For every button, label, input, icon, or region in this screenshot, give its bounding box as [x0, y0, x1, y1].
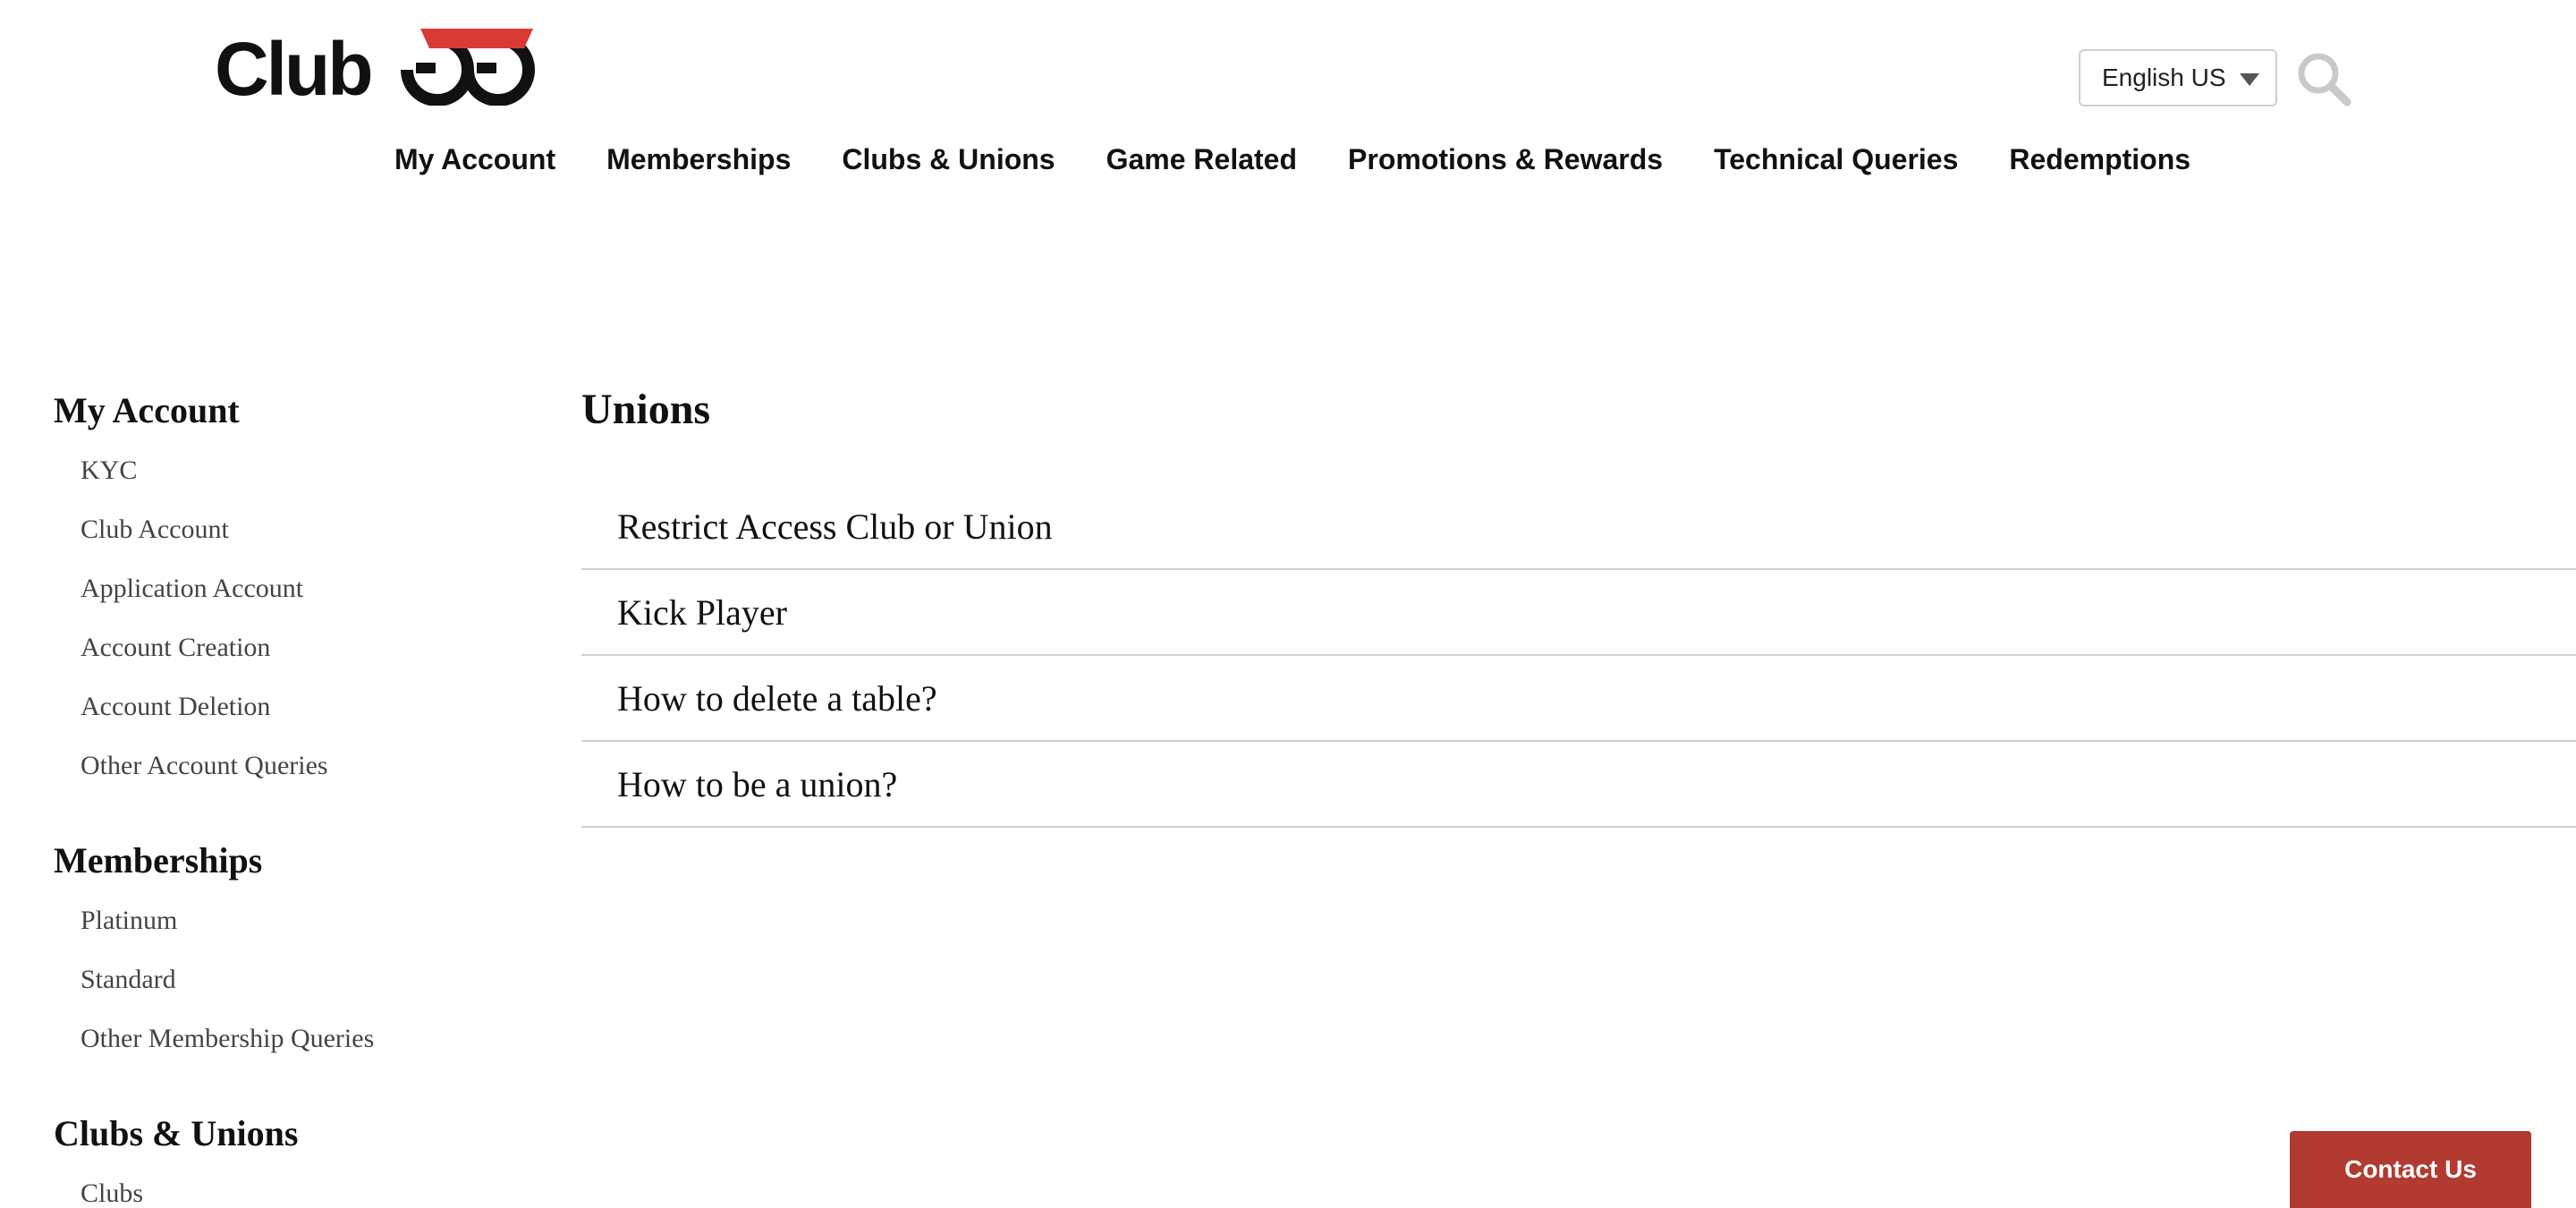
language-selected-value: English US — [2102, 64, 2226, 91]
article-link[interactable]: How to delete a table? — [581, 656, 2576, 742]
language-select[interactable]: English US — [2079, 49, 2277, 106]
category-sidebar: My Account KYC Club Account Application … — [54, 389, 555, 1208]
sidebar-item-other-membership-queries[interactable]: Other Membership Queries — [54, 1023, 555, 1082]
article-link[interactable]: How to be a union? — [581, 742, 2576, 828]
nav-my-account[interactable]: My Account — [394, 143, 555, 193]
nav-memberships[interactable]: Memberships — [606, 143, 791, 193]
nav-clubs-unions[interactable]: Clubs & Unions — [842, 143, 1055, 193]
sidebar-item-club-account[interactable]: Club Account — [54, 514, 555, 573]
svg-text:Club: Club — [215, 27, 371, 106]
clubgg-logo[interactable]: Club — [215, 25, 546, 111]
sidebar-item-other-account-queries[interactable]: Other Account Queries — [54, 750, 555, 809]
article-link[interactable]: Restrict Access Club or Union — [581, 484, 2576, 570]
sidebar-group-title[interactable]: My Account — [54, 389, 555, 431]
sidebar-item-account-creation[interactable]: Account Creation — [54, 632, 555, 691]
sidebar-group-list: KYC Club Account Application Account Acc… — [54, 455, 555, 809]
nav-redemptions[interactable]: Redemptions — [2009, 143, 2190, 193]
page-title: Unions — [581, 386, 711, 433]
sidebar-group-list: Platinum Standard Other Membership Queri… — [54, 905, 555, 1082]
search-icon[interactable] — [2295, 50, 2352, 107]
nav-game-related[interactable]: Game Related — [1106, 143, 1297, 193]
sidebar-item-account-deletion[interactable]: Account Deletion — [54, 691, 555, 750]
article-link[interactable]: Kick Player — [581, 570, 2576, 656]
sidebar-group-title[interactable]: Memberships — [54, 839, 555, 881]
nav-promotions-rewards[interactable]: Promotions & Rewards — [1348, 143, 1663, 193]
article-list: Restrict Access Club or Union Kick Playe… — [581, 484, 2576, 828]
contact-us-button[interactable]: Contact Us — [2290, 1131, 2531, 1208]
nav-technical-queries[interactable]: Technical Queries — [1714, 143, 1958, 193]
sidebar-group-title[interactable]: Clubs & Unions — [54, 1112, 555, 1154]
clubgg-logo-graphic: Club — [215, 27, 535, 111]
top-navigation: My Account Memberships Clubs & Unions Ga… — [0, 143, 2576, 193]
article-section: Unions Restrict Access Club or Union Kic… — [581, 385, 2576, 828]
sidebar-group-list: Clubs — [54, 1178, 555, 1208]
sidebar-item-standard[interactable]: Standard — [54, 964, 555, 1023]
sidebar-item-kyc[interactable]: KYC — [54, 455, 555, 514]
sidebar-item-platinum[interactable]: Platinum — [54, 905, 555, 964]
sidebar-item-application-account[interactable]: Application Account — [54, 573, 555, 632]
chevron-down-icon — [2240, 73, 2259, 86]
sidebar-item-clubs[interactable]: Clubs — [54, 1178, 555, 1208]
